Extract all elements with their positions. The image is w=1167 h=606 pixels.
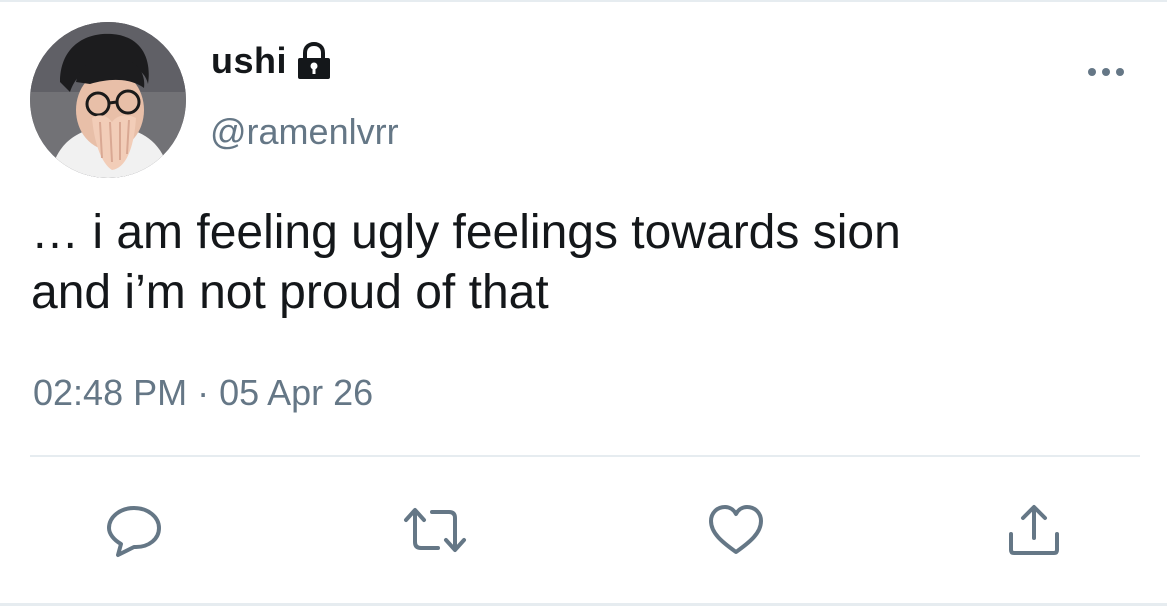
avatar[interactable]	[30, 22, 186, 178]
reply-icon	[107, 506, 161, 557]
tweet-timestamp[interactable]: 02:48 PM · 05 Apr 26	[33, 372, 373, 414]
like-button[interactable]	[706, 502, 766, 558]
more-horizontal-icon[interactable]	[1086, 62, 1126, 82]
actions-divider	[30, 455, 1140, 457]
tweet-text-line: … i am feeling ugly feelings towards sio…	[31, 206, 901, 259]
display-name[interactable]: ushi	[211, 40, 287, 82]
share-icon	[1009, 505, 1059, 555]
retweet-button[interactable]	[402, 502, 466, 558]
heart-icon	[709, 505, 763, 554]
author-handle[interactable]: @ramenlvrr	[210, 111, 399, 153]
share-button[interactable]	[1004, 502, 1064, 558]
lock-icon	[295, 41, 333, 81]
retweet-icon	[404, 508, 466, 552]
reply-button[interactable]	[104, 502, 164, 558]
avatar-image	[30, 22, 186, 178]
top-divider	[0, 0, 1167, 2]
author-name-row[interactable]: ushi	[211, 40, 333, 82]
tweet-text-line: and i’m not proud of that	[31, 266, 549, 319]
tweet-text: … i am feeling ugly feelings towards sio…	[31, 203, 1131, 323]
